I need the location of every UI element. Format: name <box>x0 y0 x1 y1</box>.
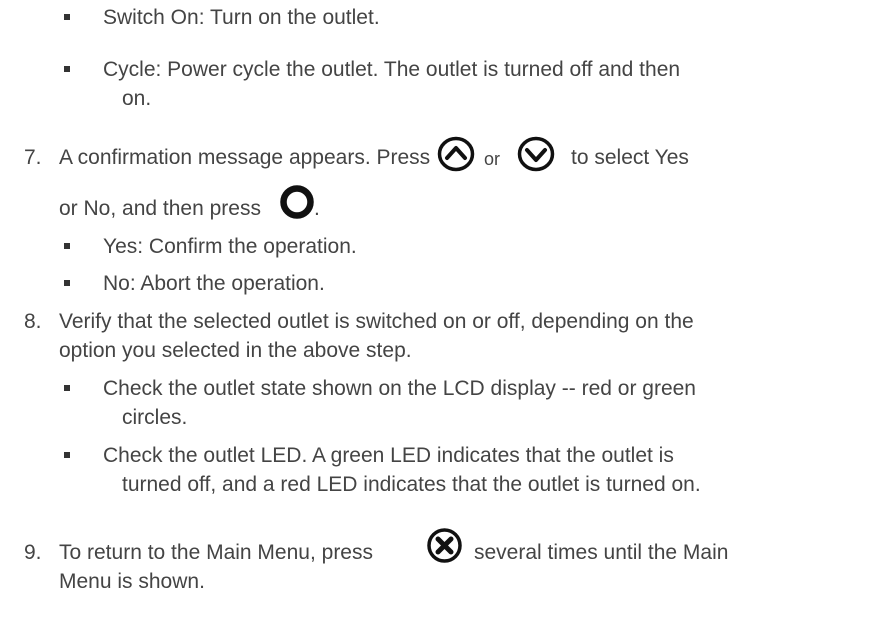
bullet-marker <box>64 385 70 391</box>
bullet-marker <box>64 243 70 249</box>
bullet-yes: Yes: Confirm the operation. <box>103 235 357 258</box>
bullet-lcd-state: Check the outlet state shown on the LCD … <box>103 377 696 400</box>
step-number: 8. <box>24 310 42 333</box>
bullet-lcd-state-continued: circles. <box>122 406 188 429</box>
bullet-outlet-led-continued: turned off, and a red LED indicates that… <box>122 473 701 496</box>
ok-button-icon <box>279 184 315 220</box>
bullet-no: No: Abort the operation. <box>103 272 325 295</box>
bullet-marker <box>64 452 70 458</box>
bullet-switch-on: Switch On: Turn on the outlet. <box>103 6 380 29</box>
step7-text-c: or No, and then press <box>59 197 261 220</box>
step7-period: . <box>314 197 320 220</box>
down-button-icon <box>517 136 555 172</box>
bullet-cycle: Cycle: Power cycle the outlet. The outle… <box>103 58 681 81</box>
step7-text-b: to select Yes <box>571 146 689 169</box>
escape-button-icon <box>426 527 463 564</box>
step8-line2: option you selected in the above step. <box>59 339 412 362</box>
step-number: 7. <box>24 146 42 169</box>
step9-text-b: several times until the Main <box>474 541 729 564</box>
step8-line1: Verify that the selected outlet is switc… <box>59 310 694 333</box>
bullet-marker <box>64 66 70 72</box>
bullet-marker <box>64 14 70 20</box>
step9-line2: Menu is shown. <box>59 570 205 593</box>
bullet-cycle-continued: on. <box>122 87 152 110</box>
step-number: 9. <box>24 541 42 564</box>
step7-or: or <box>484 149 501 169</box>
bullet-outlet-led: Check the outlet LED. A green LED indica… <box>103 444 674 467</box>
bullet-marker <box>64 280 70 286</box>
step9-text-a: To return to the Main Menu, press <box>59 541 373 564</box>
step7-text-a: A confirmation message appears. Press <box>59 146 431 169</box>
up-button-icon <box>437 136 475 172</box>
